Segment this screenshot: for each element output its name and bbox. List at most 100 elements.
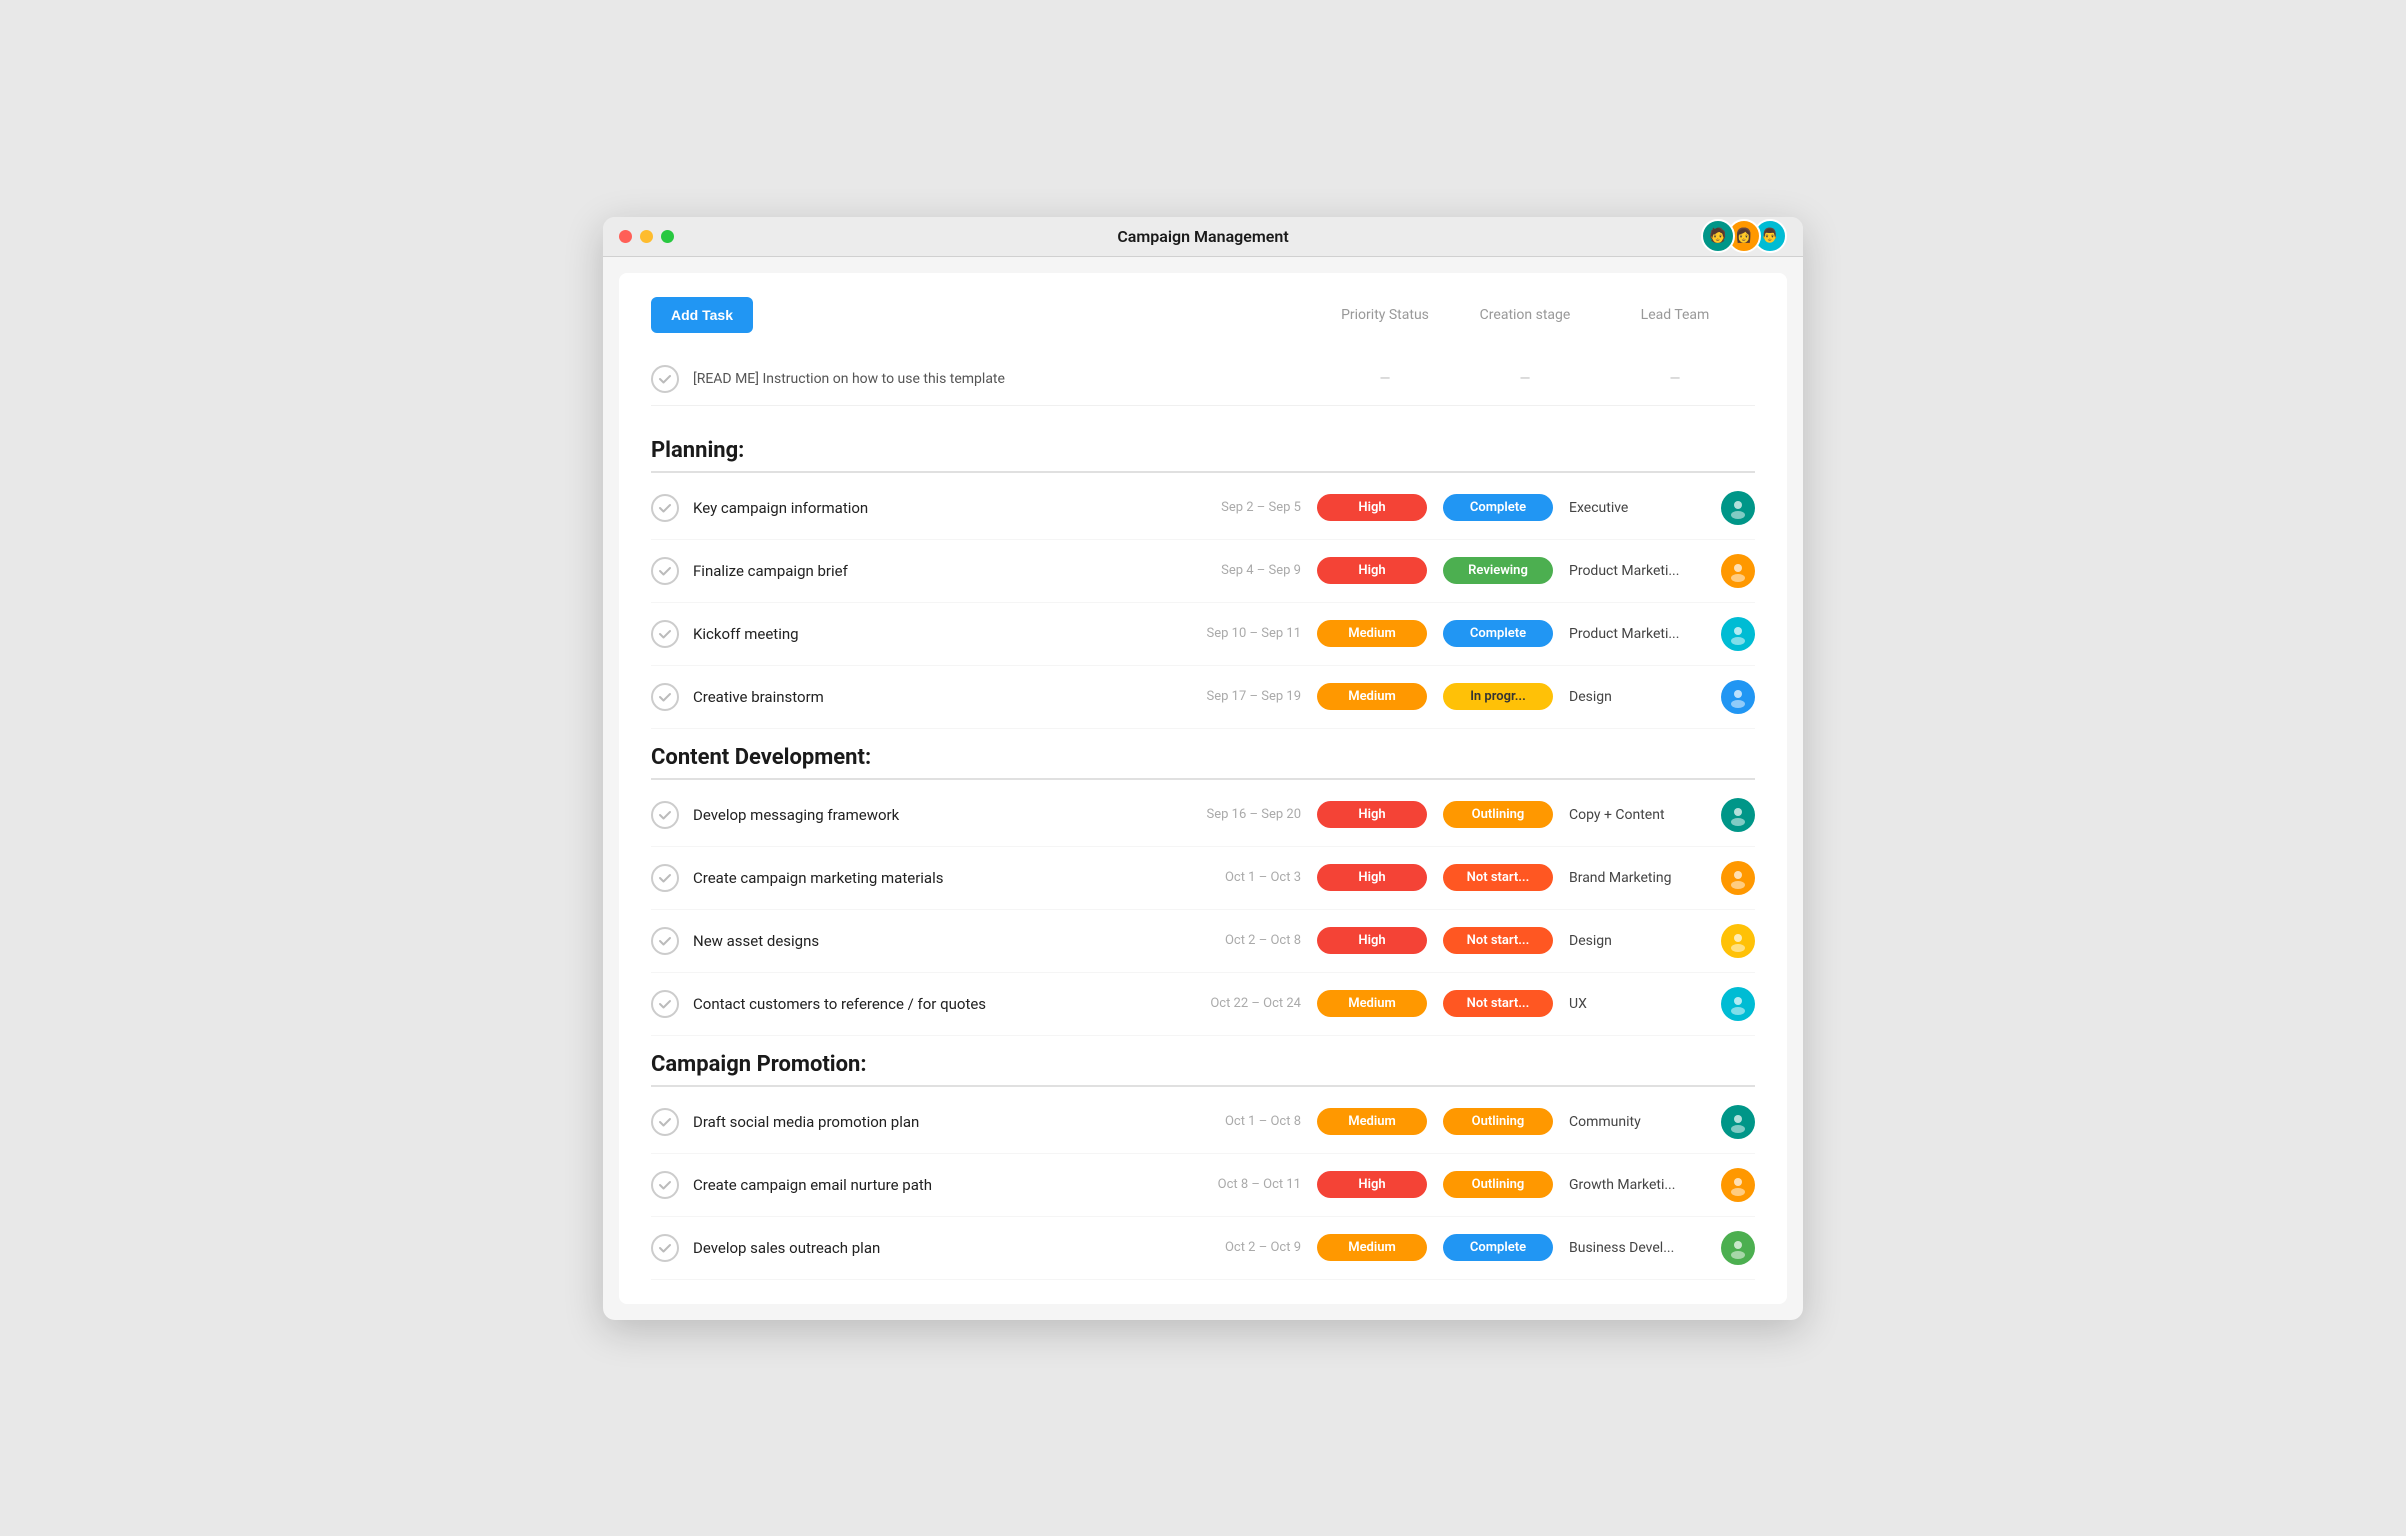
priority-badge[interactable]: High: [1317, 1171, 1427, 1198]
task-team: Executive: [1569, 500, 1709, 516]
toolbar: Add Task Priority Status Creation stage …: [651, 297, 1755, 333]
status-badge[interactable]: Not start...: [1443, 927, 1553, 954]
status-badge[interactable]: Reviewing: [1443, 557, 1553, 584]
priority-badge[interactable]: Medium: [1317, 620, 1427, 647]
task-check-icon: [651, 990, 679, 1018]
add-task-button[interactable]: Add Task: [651, 297, 753, 333]
task-team: Product Marketi...: [1569, 626, 1709, 642]
instruction-check-icon: [651, 365, 679, 393]
task-dates: Oct 1 – Oct 3: [1157, 870, 1317, 885]
avatar: [1721, 1168, 1755, 1202]
avatar: [1721, 554, 1755, 588]
task-dates: Oct 8 – Oct 11: [1157, 1177, 1317, 1192]
window-title: Campaign Management: [1117, 227, 1288, 246]
dash-2: —: [1455, 371, 1595, 387]
task-dates: Sep 10 – Sep 11: [1157, 626, 1317, 641]
task-team: Product Marketi...: [1569, 563, 1709, 579]
task-check-icon: [651, 1108, 679, 1136]
task-name: Key campaign information: [693, 499, 1157, 517]
status-badge[interactable]: Outlining: [1443, 1171, 1553, 1198]
priority-badge[interactable]: Medium: [1317, 1234, 1427, 1261]
task-name: Create campaign email nurture path: [693, 1176, 1157, 1194]
status-badge[interactable]: Complete: [1443, 494, 1553, 521]
priority-badge[interactable]: High: [1317, 801, 1427, 828]
priority-badge[interactable]: Medium: [1317, 990, 1427, 1017]
task-check-icon: [651, 801, 679, 829]
table-row[interactable]: Create campaign marketing materials Oct …: [651, 847, 1755, 910]
task-dates: Sep 16 – Sep 20: [1157, 807, 1317, 822]
dash-1: —: [1315, 371, 1455, 387]
table-row[interactable]: Develop sales outreach plan Oct 2 – Oct …: [651, 1217, 1755, 1280]
avatar: [1721, 1231, 1755, 1265]
status-badge[interactable]: In progr...: [1443, 683, 1553, 710]
task-team: Growth Marketi...: [1569, 1177, 1709, 1193]
task-team: UX: [1569, 996, 1709, 1012]
task-name: New asset designs: [693, 932, 1157, 950]
table-row[interactable]: New asset designs Oct 2 – Oct 8 High Not…: [651, 910, 1755, 973]
priority-badge[interactable]: High: [1317, 494, 1427, 521]
task-team: Brand Marketing: [1569, 870, 1709, 886]
table-row[interactable]: Kickoff meeting Sep 10 – Sep 11 Medium C…: [651, 603, 1755, 666]
table-row[interactable]: Creative brainstorm Sep 17 – Sep 19 Medi…: [651, 666, 1755, 729]
task-team: Copy + Content: [1569, 807, 1709, 823]
fullscreen-button[interactable]: [661, 230, 674, 243]
task-check-icon: [651, 1234, 679, 1262]
close-button[interactable]: [619, 230, 632, 243]
priority-badge[interactable]: High: [1317, 927, 1427, 954]
table-row[interactable]: Contact customers to reference / for quo…: [651, 973, 1755, 1036]
task-check-icon: [651, 494, 679, 522]
col-header-priority: Priority Status: [1315, 307, 1455, 323]
task-team: Business Devel...: [1569, 1240, 1709, 1256]
priority-badge[interactable]: Medium: [1317, 1108, 1427, 1135]
sections-container: Planning: Key campaign information Sep 2…: [651, 422, 1755, 1280]
main-content: Add Task Priority Status Creation stage …: [619, 273, 1787, 1304]
table-row[interactable]: Draft social media promotion plan Oct 1 …: [651, 1091, 1755, 1154]
section-header-planning: Planning:: [651, 422, 1755, 473]
status-badge[interactable]: Outlining: [1443, 801, 1553, 828]
task-check-icon: [651, 864, 679, 892]
table-row[interactable]: Create campaign email nurture path Oct 8…: [651, 1154, 1755, 1217]
task-check-icon: [651, 557, 679, 585]
task-check-icon: [651, 620, 679, 648]
status-badge[interactable]: Not start...: [1443, 990, 1553, 1017]
avatar: [1721, 491, 1755, 525]
task-dates: Oct 2 – Oct 9: [1157, 1240, 1317, 1255]
table-row[interactable]: Key campaign information Sep 2 – Sep 5 H…: [651, 477, 1755, 540]
avatar: [1721, 798, 1755, 832]
task-dates: Oct 1 – Oct 8: [1157, 1114, 1317, 1129]
task-name: Create campaign marketing materials: [693, 869, 1157, 887]
top-user-avatars: 🧑 👩 👨: [1709, 219, 1787, 253]
avatar: [1721, 1105, 1755, 1139]
dash-3: —: [1595, 371, 1755, 387]
avatar: [1721, 617, 1755, 651]
titlebar: Campaign Management 🧑 👩 👨: [603, 217, 1803, 257]
avatar: [1721, 987, 1755, 1021]
task-name: Kickoff meeting: [693, 625, 1157, 643]
priority-badge[interactable]: Medium: [1317, 683, 1427, 710]
priority-badge[interactable]: High: [1317, 864, 1427, 891]
table-row[interactable]: Finalize campaign brief Sep 4 – Sep 9 Hi…: [651, 540, 1755, 603]
instruction-text: [READ ME] Instruction on how to use this…: [693, 371, 1315, 387]
avatar: [1721, 680, 1755, 714]
task-name: Creative brainstorm: [693, 688, 1157, 706]
task-dates: Sep 4 – Sep 9: [1157, 563, 1317, 578]
task-check-icon: [651, 683, 679, 711]
section-header-campaign-promotion: Campaign Promotion:: [651, 1036, 1755, 1087]
priority-badge[interactable]: High: [1317, 557, 1427, 584]
instruction-dashes: — — —: [1315, 371, 1755, 387]
status-badge[interactable]: Complete: [1443, 620, 1553, 647]
minimize-button[interactable]: [640, 230, 653, 243]
table-row[interactable]: Develop messaging framework Sep 16 – Sep…: [651, 784, 1755, 847]
task-dates: Sep 17 – Sep 19: [1157, 689, 1317, 704]
task-check-icon: [651, 927, 679, 955]
task-dates: Oct 2 – Oct 8: [1157, 933, 1317, 948]
col-header-stage: Creation stage: [1455, 307, 1595, 323]
status-badge[interactable]: Outlining: [1443, 1108, 1553, 1135]
task-team: Design: [1569, 689, 1709, 705]
task-name: Develop sales outreach plan: [693, 1239, 1157, 1257]
status-badge[interactable]: Complete: [1443, 1234, 1553, 1261]
status-badge[interactable]: Not start...: [1443, 864, 1553, 891]
task-check-icon: [651, 1171, 679, 1199]
task-name: Develop messaging framework: [693, 806, 1157, 824]
avatar: [1721, 861, 1755, 895]
